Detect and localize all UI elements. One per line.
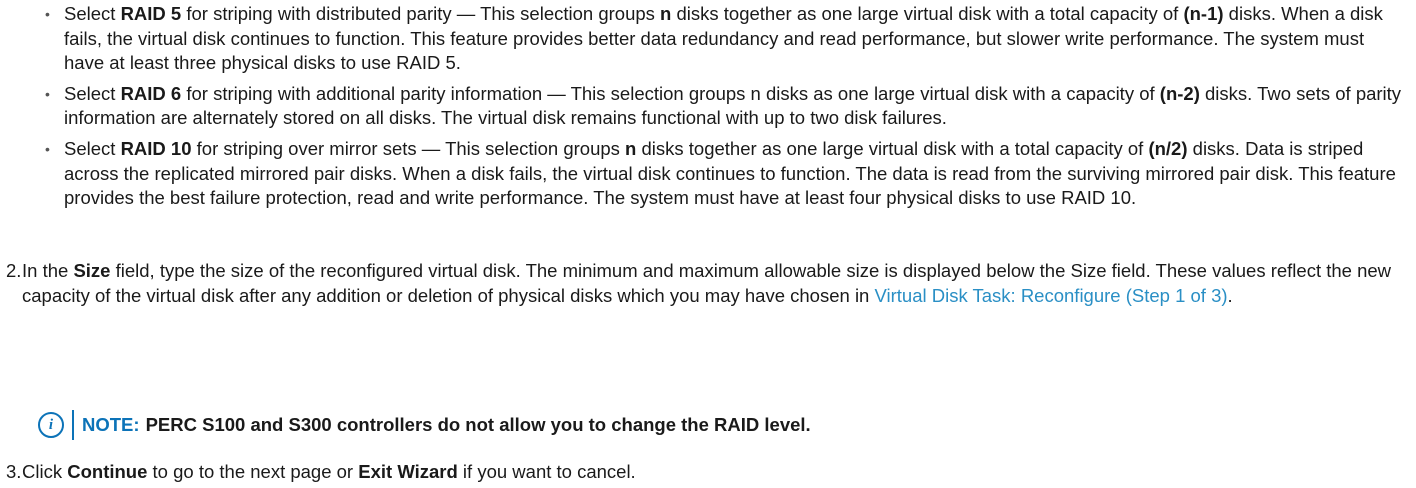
info-icon: i — [38, 412, 64, 438]
step-2: 2. In the Size field, type the size of th… — [6, 260, 1392, 306]
raid6-term: RAID 6 — [120, 82, 182, 104]
size-field-term: Size — [73, 260, 111, 281]
raid10-term: RAID 10 — [120, 137, 192, 159]
note-divider — [72, 410, 74, 440]
exit-wizard-term: Exit Wizard — [358, 461, 458, 482]
note-label: NOTE: — [82, 414, 140, 435]
bullet-icon: • — [45, 140, 50, 157]
note-callout: i NOTE: PERC S100 and S300 controllers d… — [38, 410, 811, 440]
step-3: 3. Click Continue to go to the next page … — [6, 460, 1402, 485]
continue-term: Continue — [67, 461, 148, 482]
raid5-term: RAID 5 — [120, 3, 182, 24]
note-text: PERC S100 and S300 controllers do not al… — [145, 414, 811, 435]
reconfigure-step1-link[interactable]: Virtual Disk Task: Reconfigure (Step 1 o… — [874, 285, 1227, 306]
bullet-icon: • — [45, 6, 50, 22]
raid-level-list: • Select RAID 5 for striping with distrib… — [45, 2, 1404, 217]
document-page: • Select RAID 5 for striping with distrib… — [0, 0, 1416, 488]
bullet-icon: • — [45, 85, 50, 102]
list-item-raid10: • Select RAID 10 for striping over mirror… — [45, 137, 1396, 209]
list-item-raid5: • Select RAID 5 for striping with distrib… — [45, 3, 1383, 74]
step-number: 3. — [6, 461, 22, 482]
step-number: 2. — [6, 260, 22, 281]
list-item-raid6: • Select RAID 6 for striping with additio… — [45, 82, 1402, 129]
